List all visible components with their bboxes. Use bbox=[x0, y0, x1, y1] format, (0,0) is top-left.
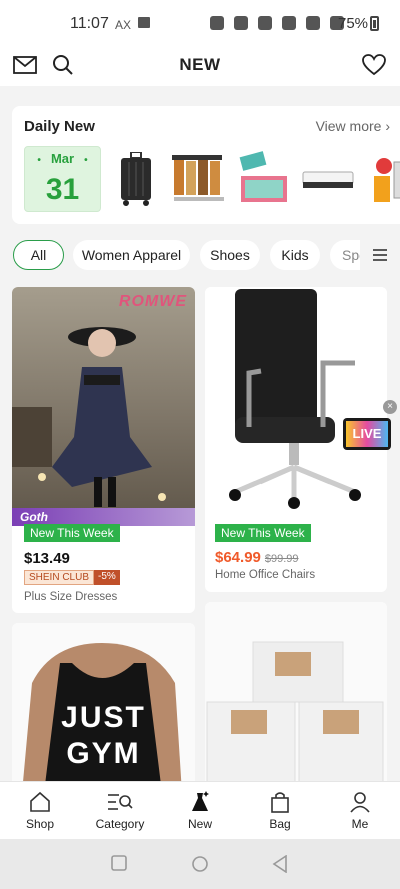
top-bar: NEW bbox=[0, 46, 400, 86]
nav-shop-label: Shop bbox=[25, 817, 55, 831]
product-card-dress[interactable]: ROMWE Goth New This Week $13.49 SHEIN CL… bbox=[12, 287, 195, 613]
nav-category-label: Category bbox=[95, 817, 145, 831]
chip-kids[interactable]: Kids bbox=[270, 240, 320, 270]
wifi-icon bbox=[306, 16, 320, 30]
image-notification-icon bbox=[138, 17, 150, 28]
category-chips: All Women Apparel Shoes Kids Spo bbox=[0, 240, 400, 272]
mute-icon bbox=[282, 16, 296, 30]
nav-bag[interactable]: Bag bbox=[245, 790, 315, 831]
shein-club-label: SHEIN CLUB bbox=[24, 570, 95, 585]
daily-thumbnails bbox=[108, 148, 400, 210]
nav-bag-label: Bag bbox=[269, 817, 291, 831]
nav-new-label: New bbox=[187, 817, 212, 831]
bottom-navigation: Shop Category New Bag Me bbox=[0, 781, 400, 839]
back-icon[interactable] bbox=[272, 854, 288, 878]
daily-new-title: Daily New bbox=[24, 118, 95, 135]
live-label: LIVE bbox=[346, 421, 388, 447]
system-navigation-bar bbox=[0, 839, 400, 889]
mattress-thumbnail[interactable] bbox=[300, 148, 356, 210]
product-card-tank-top[interactable]: JUST GYM bbox=[12, 623, 195, 793]
shein-club-tag: SHEIN CLUB -5% bbox=[24, 570, 120, 585]
status-bar: 11:07 AX 75% bbox=[0, 0, 400, 46]
battery-percent: 75% bbox=[338, 15, 369, 32]
product-image-tank-top: JUST GYM bbox=[12, 623, 195, 793]
category-menu-icon[interactable] bbox=[360, 240, 400, 270]
view-more-link[interactable]: View more › bbox=[316, 118, 390, 134]
battery-icon bbox=[370, 16, 379, 31]
product-original-price: $99.99 bbox=[264, 553, 299, 565]
daily-new-card[interactable]: Daily New View more › Mar 31 bbox=[12, 106, 400, 224]
wishlist-heart-icon[interactable] bbox=[361, 52, 387, 78]
food-containers-thumbnail[interactable] bbox=[172, 148, 228, 210]
price-row: $64.99 $99.99 bbox=[215, 549, 299, 566]
status-ax-label: AX bbox=[115, 18, 132, 32]
alarm-icon bbox=[210, 16, 224, 30]
user-icon bbox=[325, 790, 395, 814]
new-this-week-badge: New This Week bbox=[215, 524, 311, 542]
club-discount: -5% bbox=[94, 570, 120, 585]
page-title: NEW bbox=[179, 55, 221, 74]
chip-shoes[interactable]: Shoes bbox=[200, 240, 260, 270]
home-button-icon[interactable] bbox=[191, 855, 209, 878]
live-stream-floating-button[interactable]: LIVE × bbox=[339, 400, 397, 458]
key-icon bbox=[234, 16, 248, 30]
drawer-liner-thumbnail[interactable] bbox=[236, 148, 292, 210]
luggage-thumbnail[interactable] bbox=[108, 148, 164, 210]
product-price: $13.49 bbox=[24, 550, 70, 567]
date-box: Mar 31 bbox=[24, 146, 101, 212]
nav-new[interactable]: New bbox=[165, 790, 235, 831]
product-card-vacuum-bags[interactable] bbox=[205, 602, 387, 793]
shirt-print-gym: GYM bbox=[66, 737, 141, 770]
status-icons bbox=[210, 16, 344, 30]
chip-women-apparel[interactable]: Women Apparel bbox=[73, 240, 190, 270]
nav-me-label: Me bbox=[351, 817, 369, 831]
nav-shop[interactable]: Shop bbox=[5, 790, 75, 831]
home-icon bbox=[5, 790, 75, 814]
product-sale-price: $64.99 bbox=[215, 549, 261, 566]
nav-category[interactable]: Category bbox=[85, 790, 155, 831]
brand-logo-romwe: ROMWE bbox=[118, 293, 187, 310]
dress-icon bbox=[165, 790, 235, 814]
close-icon[interactable]: × bbox=[383, 400, 397, 414]
shirt-print-just: JUST bbox=[61, 701, 146, 734]
product-name: Plus Size Dresses bbox=[24, 591, 118, 603]
product-name: Home Office Chairs bbox=[215, 569, 316, 581]
juicer-thumbnail[interactable] bbox=[364, 148, 400, 210]
live-tv-icon: LIVE bbox=[343, 418, 391, 450]
status-time: 11:07 bbox=[70, 15, 109, 32]
product-image-vacuum-bags bbox=[205, 602, 387, 793]
product-image-dress: ROMWE Goth bbox=[12, 287, 195, 526]
date-month: Mar bbox=[25, 151, 100, 166]
chip-all[interactable]: All bbox=[13, 240, 64, 270]
date-day: 31 bbox=[45, 173, 80, 206]
category-search-icon bbox=[85, 790, 155, 814]
new-this-week-badge: New This Week bbox=[24, 524, 120, 542]
bag-icon bbox=[245, 790, 315, 814]
volte-icon bbox=[258, 16, 272, 30]
nav-me[interactable]: Me bbox=[325, 790, 395, 831]
recents-icon[interactable] bbox=[111, 855, 127, 876]
